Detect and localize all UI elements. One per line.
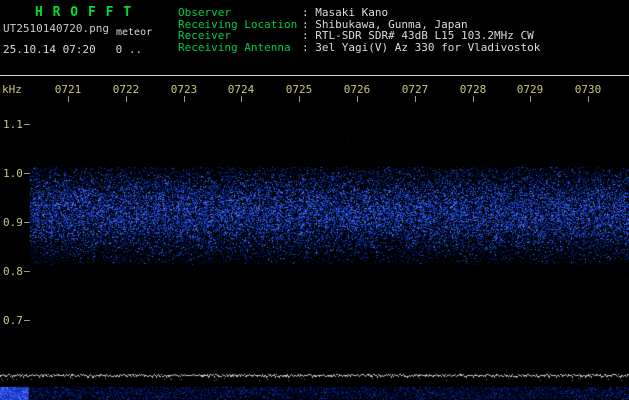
x-axis-tick (126, 96, 127, 102)
y-axis-tick (24, 222, 30, 223)
x-tick-label-0729: 0729 (516, 83, 544, 96)
x-axis-tick (299, 96, 300, 102)
info-value-antenna: : 3el Yagi(V) Az 330 for Vladivostok (302, 40, 541, 54)
y-axis-tick (24, 173, 30, 174)
x-axis-tick (415, 96, 416, 102)
y-axis-tick (24, 271, 30, 272)
hrofft-window: H R O F F T UT2510140720.png meteor 25.1… (0, 0, 629, 400)
signal-level-strip (0, 372, 629, 400)
x-tick-label-0721: 0721 (54, 83, 82, 96)
info-row-antenna: Receiving Antenna : 3el Yagi(V) Az 330 f… (178, 42, 540, 54)
x-tick-label-0723: 0723 (170, 83, 198, 96)
y-tick-label-1.1: 1.1 (3, 118, 23, 131)
info-label-antenna: Receiving Antenna (178, 40, 291, 54)
x-axis-tick (473, 96, 474, 102)
date-time-label: 25.10.14 07:20 0 .. (3, 43, 143, 56)
output-filename: UT2510140720.png (3, 22, 109, 35)
app-title: H R O F F T (35, 5, 133, 20)
y-tick-label-0.9: 0.9 (3, 216, 23, 229)
x-tick-label-0726: 0726 (343, 83, 371, 96)
x-tick-label-0730: 0730 (574, 83, 602, 96)
info-row-observer: Observer : Masaki Kano (178, 7, 540, 19)
y-axis-tick (24, 124, 30, 125)
x-axis-tick (241, 96, 242, 102)
spectrogram-plot-area (30, 96, 629, 372)
x-tick-label-0725: 0725 (285, 83, 313, 96)
station-info: Observer : Masaki Kano Receiving Locatio… (178, 7, 540, 53)
x-axis-tick (68, 96, 69, 102)
y-tick-label-1.0: 1.0 (3, 167, 23, 180)
y-tick-label-0.8: 0.8 (3, 265, 23, 278)
x-axis-tick (530, 96, 531, 102)
y-axis-tick (24, 320, 30, 321)
x-tick-label-0728: 0728 (459, 83, 487, 96)
info-label-observer: Observer (178, 6, 231, 19)
meteor-label: meteor (116, 27, 153, 38)
x-axis-tick (588, 96, 589, 102)
info-value-observer: : Masaki Kano (302, 6, 389, 19)
x-tick-label-0724: 0724 (227, 83, 255, 96)
header-divider (0, 75, 629, 76)
x-axis-tick (184, 96, 185, 102)
x-tick-label-0727: 0727 (401, 83, 429, 96)
y-tick-label-0.7: 0.7 (3, 314, 23, 327)
x-tick-label-0722: 0722 (112, 83, 140, 96)
y-axis-unit-label: kHz (2, 83, 22, 96)
x-axis-tick (357, 96, 358, 102)
